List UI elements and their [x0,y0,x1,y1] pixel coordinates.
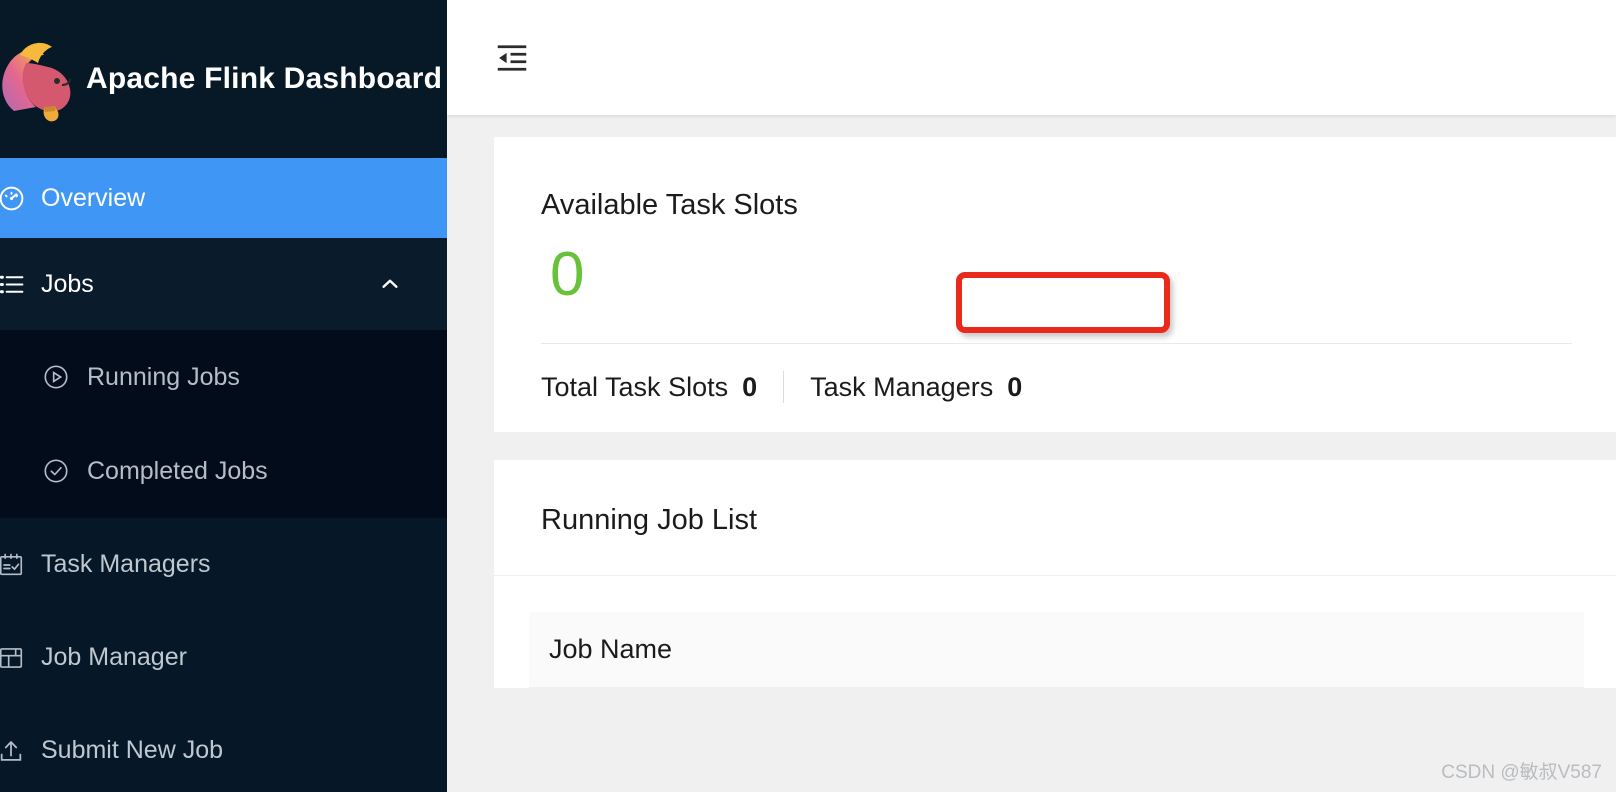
sidebar-item-label-completed-jobs: Completed Jobs [87,457,268,486]
running-job-table: Job Name [494,576,1616,688]
stat-value-total-task-slots: 0 [742,372,757,403]
sidebar-item-completed-jobs[interactable]: Completed Jobs [0,424,447,518]
check-circle-icon [42,457,70,485]
schedule-calendar-icon [0,550,26,580]
available-task-slots-card: Available Task Slots 0 Total Task Slots … [494,137,1616,432]
stats-divider [541,343,1572,344]
sidebar: Apache Flink Dashboard Overview [0,0,447,792]
sidebar-item-label-running-jobs: Running Jobs [87,363,240,392]
unordered-list-icon [0,269,26,299]
stats-separator [783,371,784,403]
running-job-list-header: Running Job List [494,460,1616,576]
upload-icon [0,736,26,766]
brand-header[interactable]: Apache Flink Dashboard [0,0,447,158]
table-header-row: Job Name [529,612,1584,688]
brand-title: Apache Flink Dashboard [86,62,442,96]
csdn-watermark: CSDN @敏叔V587 [1441,757,1602,784]
available-task-slots-value: 0 [550,244,584,306]
sidebar-item-submit-new-job[interactable]: Submit New Job [0,704,447,792]
play-circle-icon [42,363,70,391]
sidebar-item-running-jobs[interactable]: Running Jobs [0,330,447,424]
flink-dashboard-app: Apache Flink Dashboard Overview [0,0,1616,792]
sidebar-item-job-manager[interactable]: Job Manager [0,611,447,704]
sidebar-item-task-managers[interactable]: Task Managers [0,518,447,611]
running-job-list-card: Running Job List Job Name [494,460,1616,688]
jobs-submenu: Running Jobs Completed Jobs [0,330,447,518]
topbar [447,0,1616,115]
stat-label-task-managers: Task Managers [810,372,993,403]
sidebar-item-label-submit-new-job: Submit New Job [41,736,223,765]
sidebar-item-label-overview: Overview [41,184,145,213]
layout-grid-icon [0,643,26,673]
sidebar-item-overview[interactable]: Overview [0,158,447,238]
available-task-slots-title: Available Task Slots [541,189,1572,222]
chevron-up-icon[interactable] [379,273,401,295]
main-area: Available Task Slots 0 Total Task Slots … [447,0,1616,792]
sidebar-item-label-task-managers: Task Managers [41,550,211,579]
stat-value-task-managers: 0 [1007,372,1022,403]
menu-fold-icon[interactable] [494,40,530,76]
slots-stats-row: Total Task Slots 0 Task Managers 0 [541,371,1572,403]
flink-squirrel-logo-icon [0,33,76,125]
stat-total-task-slots: Total Task Slots 0 [541,372,757,403]
sidebar-item-label-jobs: Jobs [41,270,94,299]
sidebar-item-label-job-manager: Job Manager [41,643,187,672]
stat-task-managers: Task Managers 0 [810,372,1022,403]
table-column-job-name: Job Name [549,634,672,665]
stat-label-total-task-slots: Total Task Slots [541,372,728,403]
dashboard-gauge-icon [0,183,26,213]
running-job-list-title: Running Job List [541,504,1572,537]
content-scroll-area: Available Task Slots 0 Total Task Slots … [447,115,1616,688]
sidebar-item-jobs[interactable]: Jobs [0,238,447,330]
